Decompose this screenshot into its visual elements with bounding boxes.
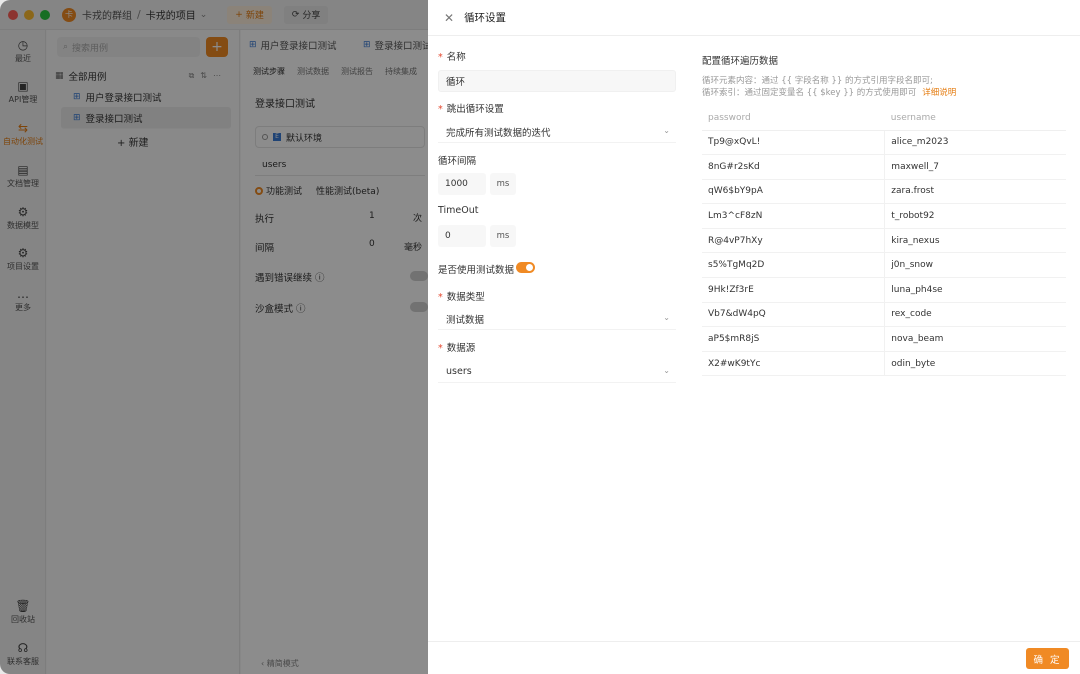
- table-cell: X2#wK9tYc: [702, 351, 886, 377]
- name-label-text: 名称: [446, 52, 466, 63]
- data-source-value: users: [446, 366, 472, 377]
- drawer-header: ✕ 循环设置: [428, 0, 1080, 36]
- chevron-down-icon: ⌄: [663, 366, 670, 375]
- required-mark: *: [438, 343, 443, 354]
- name-label: * 名称: [438, 49, 466, 63]
- timeout-unit: ms: [490, 225, 516, 247]
- table-cell: aP5$mR8jS: [702, 326, 886, 352]
- table-row[interactable]: Lm3^cF8zN t_robot92: [702, 203, 1066, 229]
- table-cell: kira_nexus: [884, 228, 1066, 254]
- name-input-value: 循环: [446, 77, 466, 88]
- table-cell: Tp9@xQvL!: [702, 130, 886, 156]
- table-cell: s5%TgMq2D: [702, 252, 886, 279]
- loop-data-title: 配置循环遍历数据: [702, 56, 779, 67]
- data-source-label: * 数据源: [438, 340, 475, 354]
- chevron-down-icon: ⌄: [663, 313, 670, 322]
- drawer-title: 循环设置: [464, 12, 507, 24]
- table-row[interactable]: 9Hk!Zf3rE luna_ph4se: [702, 277, 1066, 303]
- table-cell: luna_ph4se: [884, 277, 1066, 303]
- column-header-username: username: [884, 106, 1066, 131]
- table-row[interactable]: R@4vP7hXy kira_nexus: [702, 228, 1066, 254]
- column-header-password: password: [702, 106, 885, 131]
- table-cell: 8nG#r2sKd: [702, 154, 886, 180]
- table-row[interactable]: Vb7&dW4pQ rex_code: [702, 302, 1066, 328]
- close-icon[interactable]: ✕: [444, 11, 454, 25]
- hint-index-text: 循环索引：通过固定变量名 {{ $key }} 的方式使用即可: [702, 88, 917, 98]
- break-label-text: 跳出循环设置: [446, 104, 504, 115]
- hint-index: 循环索引：通过固定变量名 {{ $key }} 的方式使用即可 详细说明: [702, 86, 956, 98]
- interval-input[interactable]: 1000: [438, 173, 486, 195]
- confirm-button[interactable]: 确 定: [1026, 648, 1069, 669]
- table-cell: qW6$bY9pA: [702, 179, 886, 205]
- use-test-data-label: 是否使用测试数据: [438, 265, 515, 276]
- data-source-select[interactable]: users ⌄: [438, 361, 676, 383]
- timeout-input-value: 0: [445, 231, 451, 241]
- data-type-label-text: 数据类型: [446, 292, 485, 303]
- chevron-down-icon: ⌄: [663, 126, 670, 135]
- interval-label: 循环间隔: [438, 156, 477, 167]
- timeout-label: TimeOut: [438, 205, 479, 216]
- table-cell: zara.frost: [884, 179, 1066, 205]
- data-source-label-text: 数据源: [446, 343, 476, 354]
- table-cell: Lm3^cF8zN: [702, 203, 886, 229]
- table-cell: maxwell_7: [884, 154, 1066, 180]
- table-row[interactable]: Tp9@xQvL! alice_m2023: [702, 130, 1066, 156]
- break-label: * 跳出循环设置: [438, 101, 504, 115]
- loop-settings-drawer: ✕ 循环设置 * 名称 循环 * 跳出循环设置 完成所有测试数据的迭代 ⌄ 循环间隔…: [428, 0, 1080, 674]
- table-row[interactable]: 8nG#r2sKd maxwell_7: [702, 154, 1066, 180]
- data-type-select[interactable]: 测试数据 ⌄: [438, 308, 676, 330]
- data-type-label: * 数据类型: [438, 289, 485, 303]
- table-cell: 9Hk!Zf3rE: [702, 277, 886, 303]
- table-row[interactable]: X2#wK9tYc odin_byte: [702, 351, 1066, 377]
- required-mark: *: [438, 104, 443, 115]
- table-row[interactable]: aP5$mR8jS nova_beam: [702, 326, 1066, 352]
- interval-unit: ms: [490, 173, 516, 195]
- required-mark: *: [438, 292, 443, 303]
- data-type-value: 测试数据: [446, 314, 485, 326]
- table-row[interactable]: qW6$bY9pA zara.frost: [702, 179, 1066, 205]
- required-mark: *: [438, 52, 443, 63]
- use-test-data-toggle[interactable]: [516, 262, 535, 273]
- table-row[interactable]: s5%TgMq2D j0n_snow: [702, 252, 1066, 279]
- name-input[interactable]: 循环: [438, 70, 676, 92]
- table-header-row: password username: [702, 106, 1066, 131]
- table-cell: t_robot92: [884, 203, 1066, 229]
- table-cell: Vb7&dW4pQ: [702, 302, 886, 328]
- table-cell: j0n_snow: [884, 252, 1066, 279]
- hint-element: 循环元素内容：通过 {{ 字段名称 }} 的方式引用字段名即可;: [702, 76, 933, 86]
- drawer-footer: [428, 641, 1080, 674]
- table-cell: nova_beam: [884, 326, 1066, 352]
- timeout-input[interactable]: 0: [438, 225, 486, 247]
- table-cell: R@4vP7hXy: [702, 228, 886, 254]
- table-cell: odin_byte: [884, 351, 1066, 377]
- table-cell: rex_code: [884, 302, 1066, 328]
- break-select-value: 完成所有测试数据的迭代: [446, 127, 551, 139]
- table-cell: alice_m2023: [884, 130, 1066, 156]
- loop-data-table: password username Tp9@xQvL! alice_m2023 8…: [702, 106, 1066, 377]
- detail-link[interactable]: 详细说明: [922, 88, 956, 98]
- break-select[interactable]: 完成所有测试数据的迭代 ⌄: [438, 121, 676, 143]
- interval-input-value: 1000: [445, 179, 468, 189]
